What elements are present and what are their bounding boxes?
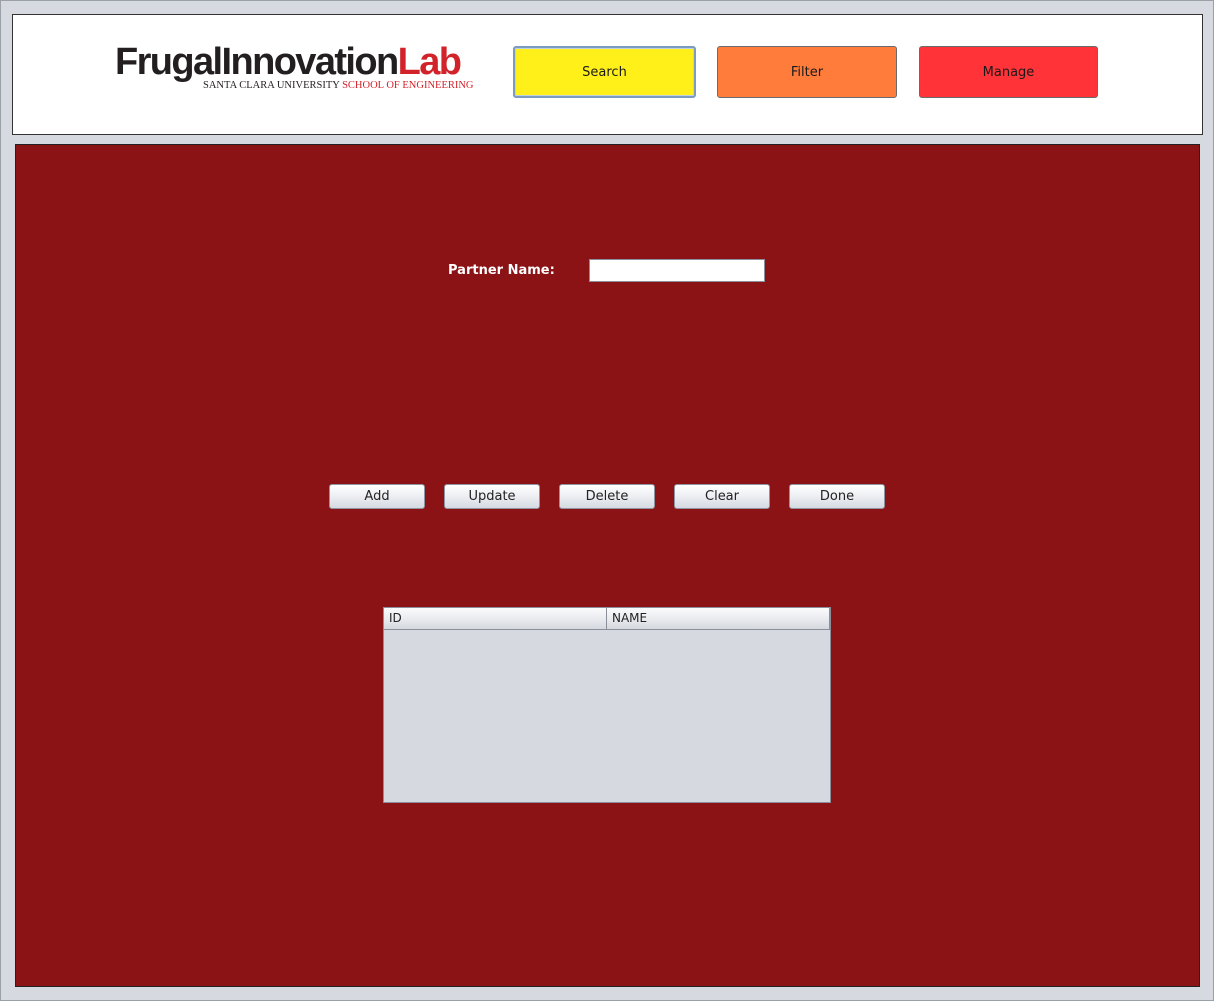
logo-school: SCHOOL OF ENGINEERING	[342, 80, 474, 91]
logo-word-frugal: Frugal	[115, 41, 223, 83]
logo-university: SANTA CLARA UNIVERSITY	[203, 80, 340, 91]
app-window: FrugalInnovationLab SANTA CLARA UNIVERSI…	[0, 0, 1214, 1001]
header-panel: FrugalInnovationLab SANTA CLARA UNIVERSI…	[12, 14, 1203, 135]
table-header: ID NAME	[384, 608, 830, 630]
partners-table[interactable]: ID NAME	[383, 607, 831, 803]
delete-button[interactable]: Delete	[559, 484, 655, 509]
frugal-innovation-lab-logo: FrugalInnovationLab SANTA CLARA UNIVERSI…	[115, 42, 475, 94]
logo-word-lab: Lab	[397, 41, 462, 83]
logo-wordmark: FrugalInnovationLab	[115, 41, 462, 83]
search-nav-button[interactable]: Search	[513, 46, 696, 98]
table-body[interactable]	[384, 630, 830, 802]
manage-partner-panel: Partner Name: Add Update Delete Clear Do…	[15, 144, 1200, 987]
manage-nav-button[interactable]: Manage	[919, 46, 1098, 98]
column-header-id[interactable]: ID	[384, 608, 607, 629]
logo-word-innovation: Innovation	[221, 41, 400, 83]
partner-name-label: Partner Name:	[448, 263, 555, 278]
column-header-name[interactable]: NAME	[607, 608, 830, 629]
done-button[interactable]: Done	[789, 484, 885, 509]
filter-nav-button[interactable]: Filter	[717, 46, 897, 98]
partner-name-input[interactable]	[589, 259, 765, 282]
clear-button[interactable]: Clear	[674, 484, 770, 509]
update-button[interactable]: Update	[444, 484, 540, 509]
add-button[interactable]: Add	[329, 484, 425, 509]
logo-subtitle: SANTA CLARA UNIVERSITY SCHOOL OF ENGINEE…	[203, 80, 474, 92]
